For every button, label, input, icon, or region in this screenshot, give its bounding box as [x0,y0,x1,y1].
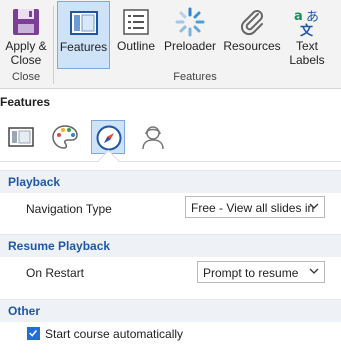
group-label-features: Features [173,71,217,83]
apply-close-label-1: Apply & [5,39,47,53]
outline-label: Outline [116,39,156,53]
preloader-button[interactable]: Preloader [161,1,219,69]
compass-icon [96,125,122,151]
svg-text:a: a [294,9,303,24]
checkmark-icon [29,330,38,337]
apply-close-label-2: Close [10,53,42,67]
panel-title: Features [0,95,51,109]
resources-button[interactable]: Resources [221,1,283,69]
on-restart-select[interactable]: Prompt to resume [197,261,325,283]
on-restart-label: On Restart [26,266,85,280]
player-layout-icon [69,11,98,35]
tab-presenter[interactable] [136,120,170,154]
on-restart-value: Prompt to resume [203,266,299,280]
text-labels-label-2: Labels [289,53,325,67]
player-layout-icon [8,127,34,147]
tab-colors[interactable] [48,120,82,154]
svg-text:文: 文 [300,23,314,38]
svg-text:あ: あ [306,10,319,25]
text-labels-icon: a あ 文 [294,9,319,38]
chevron-down-icon [309,203,319,209]
preloader-label: Preloader [163,39,217,53]
palette-icon [52,125,78,149]
section-heading-resume: Resume Playback [8,239,111,253]
chevron-down-icon [309,268,319,274]
outline-button[interactable]: Outline [112,1,160,69]
section-heading-other: Other [8,304,41,318]
preloader-icon [175,7,205,37]
section-other: Other [0,299,341,322]
features-label: Features [59,40,108,54]
text-labels-label-1: Text [295,39,318,53]
group-label-close: Close [11,71,41,83]
ribbon: Apply & Close Close Features Outline Pre… [0,0,341,89]
paperclip-icon [240,10,263,36]
group-separator [53,6,54,84]
navigation-type-value: Free - View all slides in [191,201,315,215]
navigation-type-label: Navigation Type [26,202,112,216]
tab-divider [0,161,341,162]
section-playback: Playback [0,170,341,193]
apply-close-button[interactable]: Apply & Close [2,1,50,69]
features-button[interactable]: Features [57,1,110,69]
tab-player[interactable] [4,120,38,154]
presenter-icon [142,126,164,150]
navigation-type-select[interactable]: Free - View all slides in [185,196,325,218]
outline-icon [123,9,149,35]
save-icon [13,9,39,35]
start-automatically-checkbox[interactable] [27,327,40,340]
section-heading-playback: Playback [8,175,61,189]
resources-label: Resources [223,39,281,53]
start-automatically-label[interactable]: Start course automatically [45,327,183,341]
text-labels-button[interactable]: a あ 文 Text Labels [285,1,329,69]
section-resume-playback: Resume Playback [0,234,341,257]
